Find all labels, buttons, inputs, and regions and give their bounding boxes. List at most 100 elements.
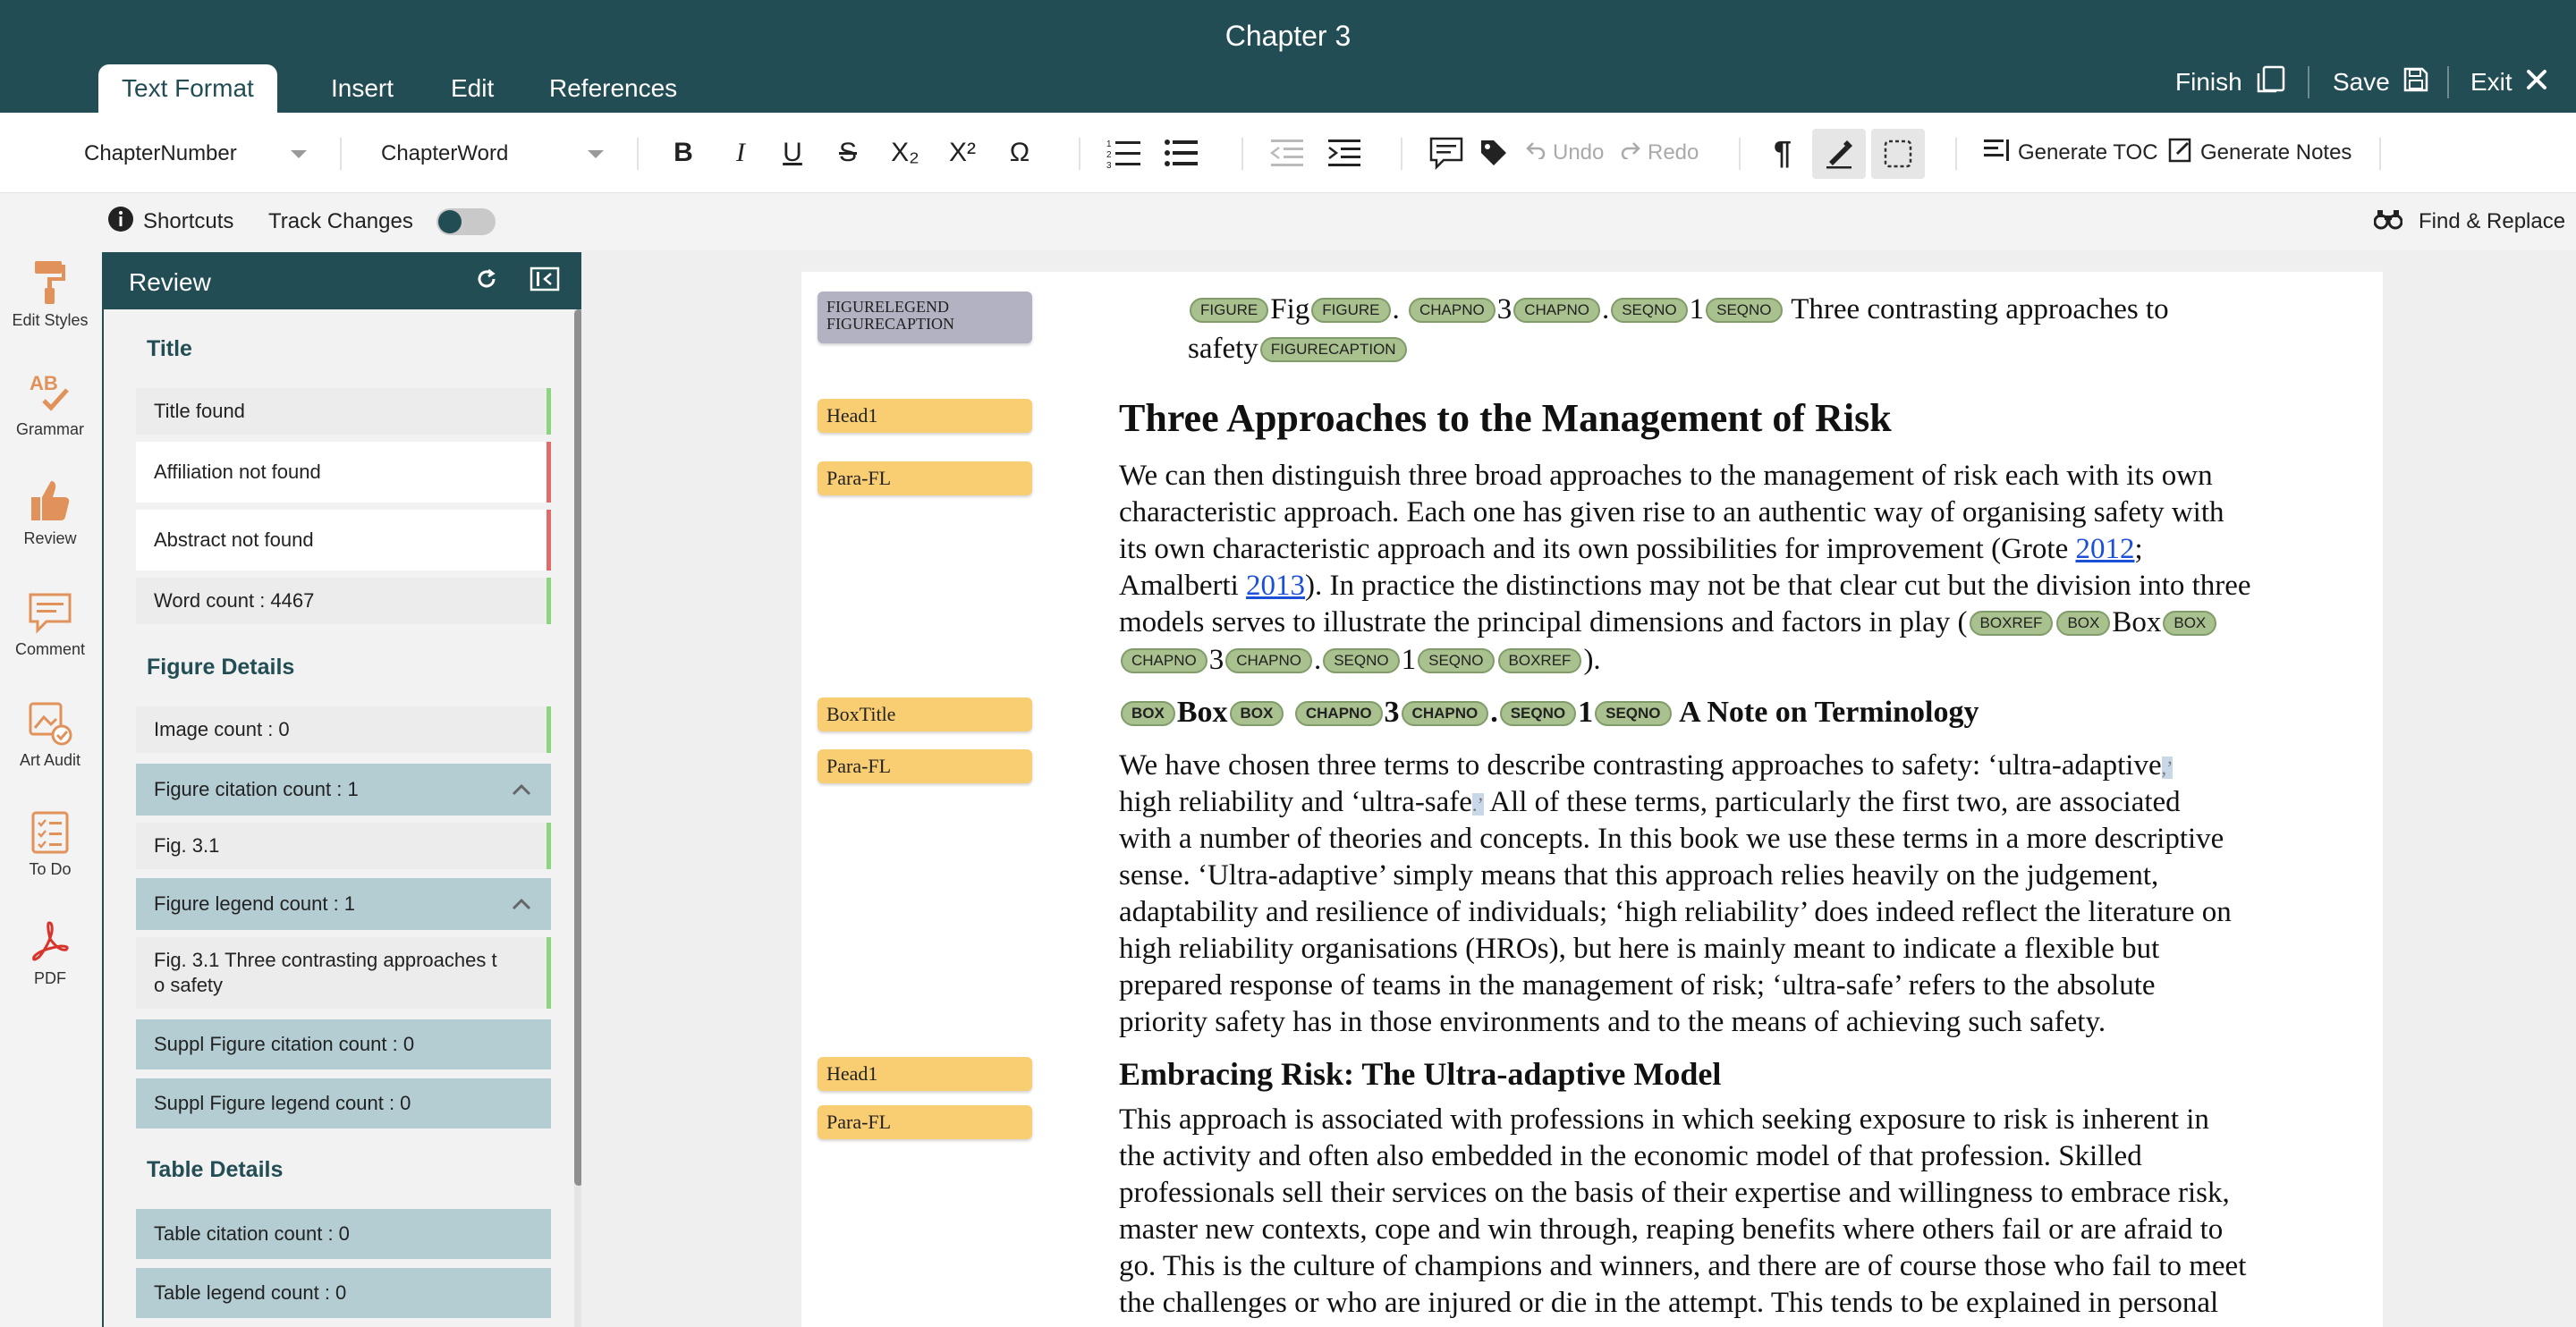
tab-text-format[interactable]: Text Format [98, 64, 277, 113]
paragraph-line[interactable]: go. This is the culture of champions and… [1119, 1250, 2246, 1283]
affiliation-item[interactable]: Affiliation not found [136, 442, 551, 503]
tab-edit[interactable]: Edit [449, 64, 496, 113]
tracked-mark[interactable]: ,’ [2161, 756, 2174, 779]
paragraph-line[interactable]: high reliability organisations (HROs), b… [1119, 933, 2159, 966]
chevron-up-icon[interactable] [512, 892, 531, 916]
heading-1[interactable]: Three Approaches to the Management of Ri… [1119, 395, 1892, 441]
strikethrough-button[interactable]: S [830, 132, 866, 173]
xml-tag-pill[interactable]: FIGURECAPTION [1259, 337, 1407, 362]
heading-2[interactable]: Embracing Risk: The Ultra-adaptive Model [1119, 1055, 1721, 1093]
bold-button[interactable]: B [665, 132, 701, 173]
generate-notes-button[interactable]: Generate Notes [2168, 132, 2351, 173]
paragraph-line[interactable]: the challenges or who are injured or die… [1119, 1287, 2218, 1320]
xml-tag-pill[interactable]: SEQNO [1595, 701, 1672, 726]
paragraph-line[interactable]: high reliability and ‘ultra-safe.’ All o… [1119, 786, 2181, 819]
citation-link[interactable]: 2013 [1246, 570, 1305, 602]
xml-tag-pill[interactable]: CHAPNO [1513, 298, 1600, 323]
track-changes-toggle[interactable] [436, 208, 496, 235]
citation-link[interactable]: 2012 [2075, 533, 2134, 565]
xml-tag-pill[interactable]: CHAPNO [1121, 648, 1208, 673]
rail-item-edit-styles[interactable]: Edit Styles [0, 258, 100, 330]
track-changes-control[interactable]: Track Changes [268, 206, 496, 238]
document-page[interactable]: FIGURELEGEND FIGURECAPTION Head1 Para-FL… [801, 266, 2383, 1327]
special-character-button[interactable]: Ω [1000, 132, 1039, 173]
tab-references[interactable]: References [547, 64, 679, 113]
figure-citation-count-item[interactable]: Figure citation count : 1 [136, 764, 551, 816]
xml-tag-pill[interactable]: BOX [1121, 701, 1175, 726]
xml-tag-pill[interactable]: CHAPNO [1409, 298, 1496, 323]
finish-button[interactable]: Finish [2175, 64, 2287, 100]
select-region-icon[interactable] [1871, 129, 1925, 179]
paragraph-line[interactable]: Amalberti 2013). In practice the distinc… [1119, 570, 2251, 603]
subscript-button[interactable]: X₂ [886, 132, 925, 173]
increase-indent-icon[interactable] [1324, 132, 1365, 173]
redo-button[interactable]: Redo [1621, 132, 1699, 173]
style-tag-para-fl[interactable]: Para-FL [818, 1105, 1032, 1139]
rail-item-review[interactable]: Review [0, 478, 100, 548]
xml-tag-pill[interactable]: SEQNO [1706, 298, 1783, 323]
rail-item-comment[interactable]: Comment [0, 592, 100, 659]
rail-item-pdf[interactable]: PDF [0, 919, 100, 988]
style-tag-boxtitle[interactable]: BoxTitle [818, 697, 1032, 731]
italic-button[interactable]: I [723, 132, 758, 173]
underline-button[interactable]: U [775, 132, 810, 173]
paragraph-line[interactable]: adaptability and resilience of individua… [1119, 896, 2232, 929]
xml-tag-pill[interactable]: SEQNO [1499, 701, 1577, 726]
abstract-item[interactable]: Abstract not found [136, 510, 551, 571]
xml-tag-pill[interactable]: FIGURE [1311, 298, 1391, 323]
save-button[interactable]: Save [2333, 64, 2429, 100]
style-tag-head1[interactable]: Head1 [818, 1057, 1032, 1091]
paragraph-line[interactable]: prepared response of teams in the manage… [1119, 969, 2156, 1002]
superscript-button[interactable]: X² [943, 132, 982, 173]
style-tag-para-fl[interactable]: Para-FL [818, 461, 1032, 495]
paragraph-line[interactable]: sense. ‘Ultra-adaptive’ simply means tha… [1119, 859, 2158, 892]
bulleted-list-icon[interactable] [1161, 132, 1202, 173]
style-tag-para-fl[interactable]: Para-FL [818, 749, 1032, 783]
rail-item-art-audit[interactable]: Art Audit [0, 701, 100, 770]
figure-legend-count-item[interactable]: Figure legend count : 1 [136, 878, 551, 930]
paragraph-line[interactable]: with a number of theories and concepts. … [1119, 823, 2224, 856]
character-style-select[interactable]: ChapterWord [381, 136, 605, 172]
show-formatting-marks-button[interactable]: ¶ [1762, 132, 1803, 173]
image-count-item[interactable]: Image count : 0 [136, 706, 551, 753]
paragraph-line[interactable]: CHAPNO 3 CHAPNO. SEQNO 1 SEQNO BOXREF). [1119, 644, 1601, 677]
figure-legend-entry[interactable]: Fig. 3.1 Three contrasting approaches t … [136, 937, 551, 1009]
highlight-pen-icon[interactable] [1812, 129, 1866, 179]
table-citation-item[interactable]: Table citation count : 0 [136, 1209, 551, 1259]
tab-insert[interactable]: Insert [329, 64, 395, 113]
figure-citation-entry[interactable]: Fig. 3.1 [136, 823, 551, 869]
paragraph-line[interactable]: professionals sell their services on the… [1119, 1177, 2230, 1210]
box-title-line[interactable]: BOX Box BOX CHAPNO 3 CHAPNO. SEQNO 1 SEQNO A No… [1119, 696, 1979, 730]
paragraph-line[interactable]: the activity and often also embedded in … [1119, 1140, 2142, 1173]
xml-tag-pill[interactable]: FIGURE [1190, 298, 1269, 323]
refresh-icon[interactable] [474, 266, 499, 296]
xml-tag-pill[interactable]: BOXREF [1969, 611, 2054, 636]
paragraph-line[interactable]: We can then distinguish three broad appr… [1119, 460, 2213, 493]
xml-tag-pill[interactable]: SEQNO [1418, 648, 1495, 673]
figure-caption-line[interactable]: FIGURE Fig FIGURE. CHAPNO 3 CHAPNO. SEQNO 1 SEQ… [1188, 293, 2169, 326]
paragraph-line[interactable]: its own characteristic approach and its … [1119, 533, 2143, 566]
tag-icon[interactable] [1476, 132, 1512, 173]
shortcuts-button[interactable]: Shortcuts [107, 206, 233, 238]
title-found-item[interactable]: Title found [136, 388, 551, 435]
paragraph-style-select[interactable]: ChapterNumber [84, 136, 308, 172]
xml-tag-pill[interactable]: CHAPNO [1225, 648, 1312, 673]
panel-scrollbar-thumb[interactable] [574, 309, 581, 1186]
rail-item-to-do[interactable]: To Do [0, 810, 100, 879]
paragraph-line[interactable]: master new contexts, cope and win throug… [1119, 1213, 2223, 1247]
collapse-panel-icon[interactable] [530, 266, 560, 296]
generate-toc-button[interactable]: Generate TOC [1984, 132, 2158, 173]
tracked-mark[interactable]: .’ [1471, 793, 1484, 816]
paragraph-line[interactable]: priority safety has in those environment… [1119, 1006, 2106, 1039]
paragraph-line[interactable]: This approach is associated with profess… [1119, 1103, 2209, 1137]
decrease-indent-icon[interactable] [1267, 132, 1308, 173]
comment-icon[interactable] [1426, 132, 1467, 173]
xml-tag-pill[interactable]: BOX [1229, 701, 1284, 726]
paragraph-line[interactable]: characteristic approach. Each one has gi… [1119, 496, 2224, 529]
suppl-figure-legend-item[interactable]: Suppl Figure legend count : 0 [136, 1078, 551, 1128]
chevron-up-icon[interactable] [512, 778, 531, 801]
xml-tag-pill[interactable]: CHAPNO [1401, 701, 1489, 726]
xml-tag-pill[interactable]: SEQNO [1611, 298, 1688, 323]
figure-caption-line[interactable]: safety FIGURECAPTION [1188, 333, 1409, 366]
find-replace-button[interactable]: Find & Replace [2373, 206, 2565, 238]
